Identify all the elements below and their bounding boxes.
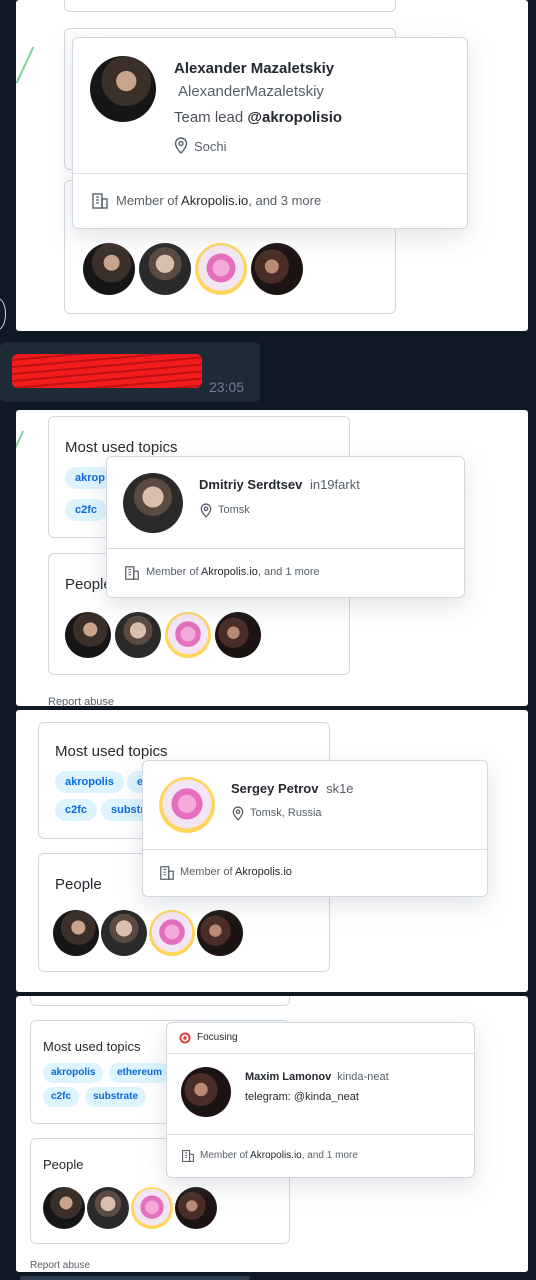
redacted-scribble — [12, 354, 202, 388]
member-org[interactable]: Akropolis.io — [201, 566, 258, 578]
member-suffix: , and 3 more — [248, 193, 322, 208]
avatar[interactable] — [165, 612, 211, 658]
user-header: Sergey Petrov sk1e — [231, 781, 354, 796]
user-name[interactable]: Sergey Petrov — [231, 781, 318, 796]
avatar[interactable] — [87, 1187, 129, 1229]
building-icon — [160, 866, 174, 880]
org-card-top — [30, 996, 290, 1006]
member-org[interactable]: Akropolis.io — [235, 866, 292, 878]
topic-tag[interactable]: ethereum — [109, 1063, 171, 1083]
hovercard-footer: Member of Akropolis.io — [143, 849, 487, 896]
location-pin-icon — [232, 806, 244, 821]
member-suffix: , and 1 more — [301, 1150, 358, 1161]
avatar[interactable] — [83, 243, 135, 295]
avatar[interactable] — [53, 910, 99, 956]
user-login[interactable]: sk1e — [326, 781, 353, 796]
topic-tag[interactable]: c2fc — [65, 499, 108, 521]
building-icon — [182, 1150, 194, 1162]
member-org[interactable]: Akropolis.io — [181, 193, 248, 208]
report-abuse-link[interactable]: Report abuse — [48, 696, 114, 706]
avatar[interactable] — [139, 243, 191, 295]
user-login[interactable]: in19farkt — [310, 477, 360, 492]
avatar[interactable] — [197, 910, 243, 956]
member-prefix: Member of — [116, 193, 182, 208]
avatar[interactable] — [175, 1187, 217, 1229]
people-title: People — [43, 1157, 84, 1172]
bio-prefix: Team lead — [174, 109, 248, 126]
avatar[interactable] — [251, 243, 303, 295]
chat-message-bubble: 23:05 — [0, 342, 260, 402]
avatar[interactable] — [43, 1187, 85, 1229]
member-of: Member of Akropolis.io, and 3 more — [116, 193, 321, 208]
member-prefix: Member of — [146, 566, 202, 578]
topic-tag[interactable]: akropolis — [55, 771, 124, 793]
user-avatar[interactable] — [90, 56, 156, 122]
topics-title: Most used topics — [65, 439, 178, 456]
location-pin-icon — [174, 137, 188, 154]
user-location: Sochi — [194, 139, 227, 154]
user-name[interactable]: Maxim Lamonov — [245, 1071, 331, 1083]
screenshot-panel-4: Most used topics akropolis ethereum c2fc… — [16, 996, 528, 1272]
user-name[interactable]: Dmitriy Serdtsev — [199, 477, 302, 492]
user-avatar[interactable] — [159, 777, 215, 833]
topics-title: Most used topics — [55, 743, 168, 760]
avatar[interactable] — [101, 910, 147, 956]
user-avatar[interactable] — [123, 473, 183, 533]
user-hovercard: Alexander Mazaletskiy AlexanderMazaletsk… — [72, 37, 468, 229]
screenshot-panel-3: Most used topics akropolis e c2fc substr… — [16, 710, 528, 992]
avatar[interactable] — [65, 612, 111, 658]
user-location: Tomsk, Russia — [250, 807, 322, 819]
status-bar: Focusing — [167, 1023, 474, 1054]
target-emoji-icon — [179, 1032, 191, 1044]
chat-timestamp: 23:05 — [209, 379, 245, 395]
avatar[interactable] — [195, 243, 247, 295]
building-icon — [125, 566, 139, 580]
user-status: Focusing — [197, 1032, 238, 1043]
user-hovercard: Dmitriy Serdtsev in19farkt Tomsk Member … — [106, 456, 465, 598]
user-name[interactable]: Alexander Mazaletskiy — [174, 60, 334, 77]
topic-tag[interactable]: c2fc — [55, 799, 98, 821]
hovercard-footer: Member of Akropolis.io, and 1 more — [107, 548, 464, 597]
member-suffix: , and 1 more — [257, 566, 320, 578]
people-title: People — [65, 576, 112, 593]
hovercard-footer: Member of Akropolis.io, and 1 more — [167, 1134, 474, 1177]
user-header: Dmitriy Serdtsev in19farkt — [199, 477, 360, 492]
user-header: Maxim Lamonov kinda-neat — [245, 1071, 389, 1083]
member-prefix: Member of — [180, 866, 236, 878]
user-hovercard: Focusing Maxim Lamonov kinda-neat telegr… — [166, 1022, 475, 1178]
topic-tag[interactable]: c2fc — [43, 1087, 80, 1107]
user-avatar[interactable] — [181, 1067, 231, 1117]
screenshot-panel-2: Most used topics akrop c2fc People Repor… — [16, 410, 528, 706]
topic-tag[interactable]: akropolis — [43, 1063, 104, 1083]
avatar[interactable] — [215, 612, 261, 658]
user-bio: telegram: @kinda_neat — [245, 1091, 359, 1103]
people-title: People — [55, 876, 102, 893]
bottom-strip — [20, 1276, 250, 1280]
member-prefix: Member of — [200, 1150, 251, 1161]
user-hovercard: Sergey Petrov sk1e Tomsk, Russia Member … — [142, 760, 488, 897]
user-login[interactable]: AlexanderMazaletskiy — [178, 83, 324, 100]
sidebar-graph-line — [16, 46, 35, 84]
sidebar-graph-line — [16, 430, 25, 450]
user-location: Tomsk — [218, 504, 250, 516]
report-abuse-link[interactable]: Report abuse — [30, 1260, 90, 1271]
hovercard-footer: Member of Akropolis.io, and 3 more — [73, 173, 467, 228]
avatar[interactable] — [131, 1187, 173, 1229]
member-of: Member of Akropolis.io, and 1 more — [146, 566, 320, 578]
location-pin-icon — [200, 503, 212, 518]
member-of: Member of Akropolis.io — [180, 866, 292, 878]
topic-tag[interactable]: substrate — [85, 1087, 147, 1107]
chat-left-edge — [0, 298, 6, 330]
org-card-top — [64, 0, 396, 12]
member-of: Member of Akropolis.io, and 1 more — [200, 1150, 358, 1161]
topics-title: Most used topics — [43, 1039, 141, 1054]
bio-org-link[interactable]: @akropolisio — [247, 109, 342, 126]
user-login[interactable]: kinda-neat — [337, 1071, 388, 1083]
avatar[interactable] — [115, 612, 161, 658]
user-bio: Team lead @akropolisio — [174, 109, 342, 126]
building-icon — [92, 193, 108, 209]
screenshot-panel-1: Alexander Mazaletskiy AlexanderMazaletsk… — [16, 0, 528, 331]
avatar[interactable] — [149, 910, 195, 956]
member-org[interactable]: Akropolis.io — [250, 1150, 302, 1161]
